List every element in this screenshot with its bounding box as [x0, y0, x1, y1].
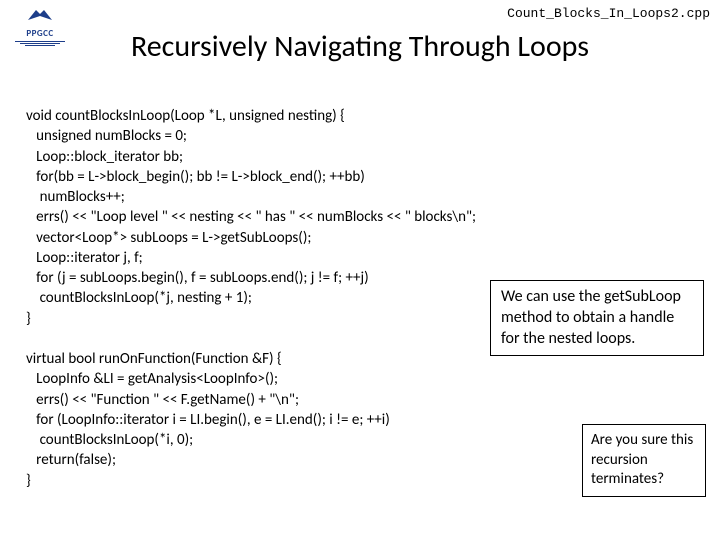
- logo-bars: [10, 41, 70, 46]
- logo-text: PPGCC: [10, 28, 70, 39]
- logo-bird-icon: [10, 6, 70, 28]
- filename-label: Count_Blocks_In_Loops2.cpp: [507, 6, 710, 21]
- callout-recursion-question: Are you sure this recursion terminates?: [582, 424, 706, 497]
- callout-getsubloop: We can use the getSubLoop method to obta…: [490, 280, 704, 356]
- code-block: void countBlocksInLoop(Loop *L, unsigned…: [26, 106, 476, 491]
- logo: PPGCC: [10, 6, 70, 46]
